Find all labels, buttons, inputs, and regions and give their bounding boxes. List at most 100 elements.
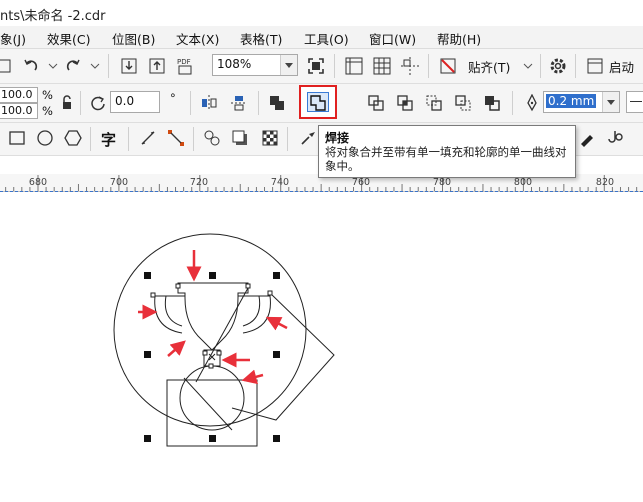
trophy-right-handle[interactable] [238, 295, 271, 334]
trophy-left-handle[interactable] [154, 295, 185, 334]
trophy-cup-shape[interactable] [177, 282, 249, 351]
ruler-label: 780 [432, 177, 452, 188]
separator [575, 54, 576, 78]
front-minus-back-icon[interactable] [452, 92, 474, 114]
scale-x-input[interactable]: 100.0 [0, 87, 38, 103]
separator [287, 127, 288, 151]
menu-table[interactable]: 表格(T) [240, 29, 282, 48]
launch-icon[interactable] [584, 55, 606, 77]
separator [190, 91, 191, 115]
menu-window[interactable]: 窗口(W) [369, 29, 416, 48]
eyedropper-tool-icon[interactable] [297, 127, 319, 149]
menu-tools[interactable]: 工具(O) [304, 29, 349, 48]
tooltip-description: 将对象合并至带有单一填充和轮廓的单一曲线对象中。 [325, 145, 567, 173]
trim-icon[interactable] [365, 92, 387, 114]
chevron-down-icon[interactable] [602, 92, 619, 112]
rotation-angle-input[interactable]: 0.0 [110, 91, 160, 113]
ruler-label: 700 [109, 177, 129, 188]
outline-width-value: 0.2 mm [546, 94, 597, 108]
trophy-right-handle-inner[interactable] [242, 295, 261, 327]
ruler-label: 800 [513, 177, 533, 188]
rotation-angle-value: 0.0 [115, 94, 135, 108]
undo-icon[interactable] [20, 55, 42, 77]
tooltip-title: 焊接 [325, 131, 350, 145]
menu-bitmaps[interactable]: 位图(B) [112, 29, 155, 48]
transparency-tool-icon[interactable] [259, 127, 281, 149]
publish-pdf-icon[interactable]: PDF [175, 55, 197, 77]
import-icon[interactable] [118, 55, 140, 77]
annotation-arrows [138, 250, 288, 385]
rotate-icon[interactable] [87, 92, 109, 114]
full-screen-preview-icon[interactable] [305, 55, 327, 77]
show-grid-icon[interactable] [371, 55, 393, 77]
show-rulers-icon[interactable] [343, 55, 365, 77]
svg-text:PDF: PDF [177, 58, 191, 66]
mirror-vertical-icon[interactable] [228, 92, 250, 114]
scale-x-value: 100.0 [1, 88, 33, 101]
separator [334, 54, 335, 78]
mirror-horizontal-icon[interactable] [198, 92, 220, 114]
title-bar: nts\未命名 -2.cdr [0, 0, 643, 26]
smart-fill-icon[interactable] [604, 127, 626, 149]
menu-text[interactable]: 文本(X) [176, 29, 219, 48]
chevron-down-icon[interactable] [280, 55, 297, 75]
window-title: nts\未命名 -2.cdr [0, 9, 106, 24]
back-minus-front-icon[interactable] [481, 92, 503, 114]
simplify-icon[interactable] [423, 92, 445, 114]
scale-y-value: 100.0 [1, 104, 33, 117]
weld-icon [310, 95, 326, 111]
gear-icon[interactable] [547, 55, 569, 77]
small-circle[interactable] [179, 365, 245, 431]
redo-dropdown-icon[interactable] [84, 55, 106, 77]
lock-ratio-icon[interactable] [56, 92, 78, 114]
redo-icon[interactable] [62, 55, 84, 77]
line-style-combo[interactable] [626, 91, 643, 113]
snap-to-label[interactable]: 贴齐(T) [468, 57, 510, 76]
polygon-tool-icon[interactable] [62, 127, 84, 149]
scale-y-input[interactable]: 100.0 [0, 103, 38, 119]
rotated-rectangle[interactable] [231, 292, 335, 421]
connector-tool-icon[interactable] [165, 127, 187, 149]
weld-button[interactable] [299, 85, 337, 119]
zoom-level-value: 108% [217, 57, 252, 71]
large-circle[interactable] [113, 233, 307, 427]
parallel-dimension-icon[interactable] [137, 127, 159, 149]
drop-shadow-tool-icon[interactable] [229, 127, 251, 149]
separator [90, 127, 91, 151]
launch-label[interactable]: 启动 [609, 57, 634, 76]
blend-tool-icon[interactable] [201, 127, 223, 149]
snap-dropdown-icon[interactable] [517, 55, 539, 77]
scale-y-unit: % [42, 104, 53, 118]
combine-icon[interactable] [266, 92, 288, 114]
rectangle-tool-icon[interactable] [6, 127, 28, 149]
drawing-canvas[interactable] [0, 192, 643, 502]
ruler-label: 760 [351, 177, 371, 188]
save-icon[interactable] [0, 55, 16, 77]
separator [512, 91, 513, 115]
scale-x-unit: % [42, 88, 53, 102]
separator [128, 127, 129, 151]
separator [193, 127, 194, 151]
export-icon[interactable] [146, 55, 168, 77]
outline-pen-icon[interactable] [521, 92, 543, 114]
ruler-label: 740 [270, 177, 290, 188]
ruler-label: 720 [189, 177, 209, 188]
text-tool-icon[interactable]: 字 [101, 129, 116, 150]
trophy-left-handle-inner[interactable] [164, 295, 183, 327]
show-guidelines-icon[interactable] [399, 55, 421, 77]
snap-off-icon[interactable] [437, 55, 459, 77]
menu-effects[interactable]: 效果(C) [47, 29, 90, 48]
fill-tool-icon[interactable] [576, 127, 598, 149]
intersect-icon[interactable] [394, 92, 416, 114]
zoom-level-combo[interactable]: 108% [212, 54, 298, 76]
ellipse-tool-icon[interactable] [34, 127, 56, 149]
menu-object[interactable]: 象(J) [0, 29, 26, 48]
separator [428, 54, 429, 78]
property-bar: 100.0 100.0 % % 0.0 ° 0.2 mm [0, 84, 643, 123]
separator [540, 54, 541, 78]
menu-help[interactable]: 帮助(H) [437, 29, 481, 48]
ruler-label: 680 [28, 177, 48, 188]
undo-dropdown-icon[interactable] [42, 55, 64, 77]
standard-toolbar: PDF 108% 贴齐(T) 启动 [0, 49, 643, 84]
outline-width-combo[interactable]: 0.2 mm [543, 91, 620, 113]
